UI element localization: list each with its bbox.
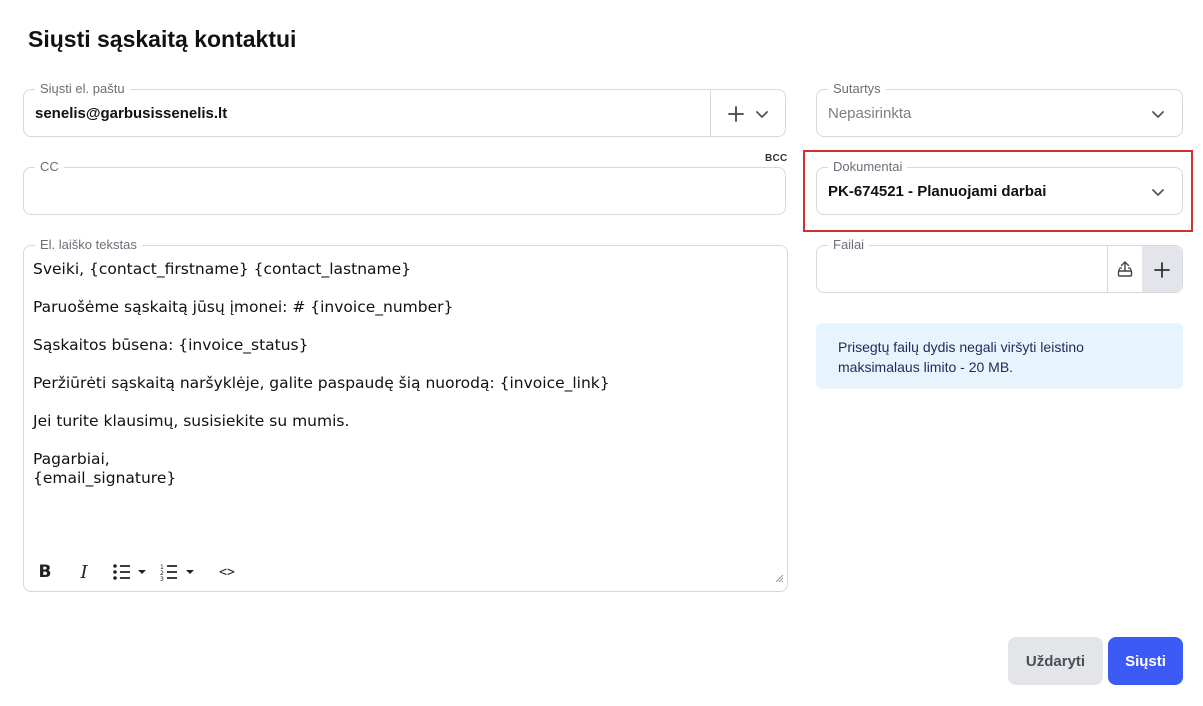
plus-icon[interactable] xyxy=(1152,260,1172,280)
body-line: Sveiki, {contact_firstname} {contact_las… xyxy=(33,260,412,278)
file-size-info: Prisegtų failų dydis negali viršyti leis… xyxy=(816,323,1183,389)
chevron-down-icon[interactable] xyxy=(1148,104,1168,124)
email-field-value[interactable]: senelis@garbusissenelis.lt xyxy=(35,90,227,136)
body-line: {email_signature} xyxy=(33,469,177,487)
numbered-list-icon[interactable]: 1 2 3 xyxy=(160,559,196,585)
code-icon[interactable]: <> xyxy=(216,559,238,585)
email-field[interactable]: Siųsti el. paštu senelis@garbusissenelis… xyxy=(23,81,786,137)
plus-icon[interactable] xyxy=(726,104,746,124)
add-file-button[interactable] xyxy=(1142,246,1182,292)
files-field[interactable]: Failai xyxy=(816,237,1183,293)
upload-icon[interactable] xyxy=(1114,258,1136,280)
body-line: Paruošėme sąskaitą jūsų įmonei: # {invoi… xyxy=(33,298,454,316)
send-button[interactable]: Siųsti xyxy=(1108,637,1183,685)
resize-handle-icon[interactable] xyxy=(775,570,784,588)
editor-toolbar: B I 1 2 3 <> xyxy=(34,559,238,585)
body-line: Peržiūrėti sąskaitą naršyklėje, galite p… xyxy=(33,374,610,392)
email-body-editor[interactable]: El. laiško tekstas Sveiki, {contact_firs… xyxy=(23,237,788,592)
cc-field-label: CC xyxy=(35,159,64,175)
email-body-text[interactable]: Sveiki, {contact_firstname} {contact_las… xyxy=(33,260,775,488)
body-line: Jei turite klausimų, susisiekite su mumi… xyxy=(33,412,350,430)
contracts-value: Nepasirinkta xyxy=(828,104,912,122)
italic-icon[interactable]: I xyxy=(74,559,94,585)
bcc-link[interactable]: BCC xyxy=(765,153,788,164)
files-label: Failai xyxy=(828,237,870,253)
body-line: Pagarbiai, xyxy=(33,450,110,468)
email-field-divider xyxy=(710,90,711,136)
chevron-down-icon[interactable] xyxy=(1148,182,1168,202)
svg-text:3: 3 xyxy=(160,576,164,581)
email-body-label: El. laiško tekstas xyxy=(35,237,142,253)
bullet-list-icon[interactable] xyxy=(112,559,148,585)
chevron-down-icon[interactable] xyxy=(752,104,772,124)
contracts-select[interactable]: Sutartys Nepasirinkta xyxy=(816,81,1183,137)
documents-value: PK-674521 - Planuojami darbai xyxy=(828,182,1047,200)
dialog-title: Siųsti sąskaitą kontaktui xyxy=(28,26,297,52)
cc-field[interactable]: CC xyxy=(23,159,786,215)
bold-icon[interactable]: B xyxy=(34,559,56,585)
close-button[interactable]: Uždaryti xyxy=(1008,637,1103,685)
files-divider xyxy=(1107,246,1108,292)
documents-select[interactable]: Dokumentai PK-674521 - Planuojami darbai xyxy=(816,159,1183,215)
body-line: Sąskaitos būsena: {invoice_status} xyxy=(33,336,309,354)
